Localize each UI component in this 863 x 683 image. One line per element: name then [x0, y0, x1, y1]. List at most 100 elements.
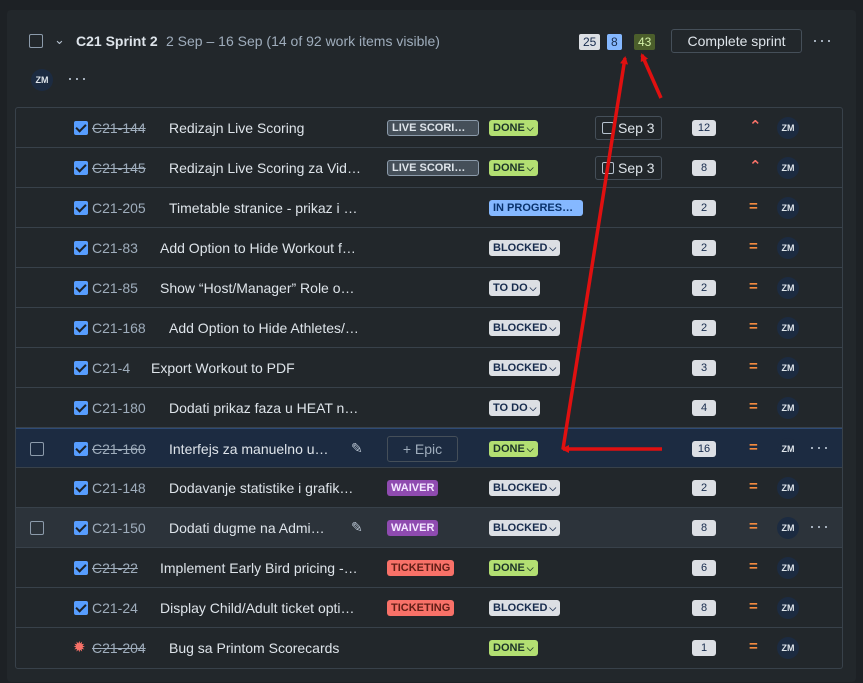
status-dropdown[interactable]: BLOCKED ⌵ — [489, 600, 561, 616]
table-row[interactable]: C21-24 Display Child/Adult ticket opti… TI… — [16, 588, 842, 628]
priority-medium-icon[interactable]: = — [749, 519, 758, 535]
story-points[interactable]: 8 — [692, 520, 716, 536]
assignee-avatar[interactable]: ZM — [777, 117, 799, 139]
issue-summary[interactable]: Interfejs za manuelno u… — [169, 441, 329, 457]
issue-key[interactable]: C21-148 — [92, 480, 146, 496]
story-points[interactable]: 2 — [692, 240, 716, 256]
issue-key[interactable]: C21-4 — [92, 360, 130, 376]
issue-summary[interactable]: Export Workout to PDF — [151, 360, 295, 376]
assignee-avatar[interactable]: ZM — [777, 438, 799, 460]
priority-medium-icon[interactable]: = — [749, 199, 758, 215]
due-date[interactable]: Sep 3 — [595, 156, 662, 180]
status-dropdown[interactable]: TO DO ⌵ — [489, 400, 541, 416]
priority-high-icon[interactable]: ⌃ — [749, 159, 762, 175]
issue-key[interactable]: C21-144 — [92, 120, 146, 136]
priority-medium-icon[interactable]: = — [749, 559, 758, 575]
status-dropdown[interactable]: DONE ⌵ — [489, 441, 538, 457]
table-row[interactable]: C21-160 Interfejs za manuelno u… ✎ + Epic DO… — [16, 428, 842, 468]
more-actions-icon[interactable]: ··· — [67, 68, 88, 89]
table-row[interactable]: ✹ C21-204 Bug sa Printom Scorecards DONE ⌵ 1 =… — [16, 628, 842, 668]
priority-medium-icon[interactable]: = — [749, 279, 758, 295]
issue-key[interactable]: C21-160 — [92, 441, 146, 457]
edit-icon[interactable]: ✎ — [351, 519, 363, 536]
status-dropdown[interactable]: BLOCKED ⌵ — [489, 360, 561, 376]
status-dropdown[interactable]: DONE ⌵ — [489, 120, 538, 136]
sprint-select-checkbox[interactable] — [29, 34, 43, 48]
assignee-avatar[interactable]: ZM — [777, 477, 799, 499]
story-points[interactable]: 16 — [692, 441, 716, 457]
issue-summary[interactable]: Dodati prikaz faza u HEAT n… — [169, 400, 358, 416]
status-dropdown[interactable]: DONE ⌵ — [489, 640, 538, 656]
issue-summary[interactable]: Redizajn Live Scoring za Vid… — [169, 160, 361, 176]
assignee-avatar[interactable]: ZM — [777, 157, 799, 179]
assignee-avatar[interactable]: ZM — [777, 317, 799, 339]
assignee-avatar[interactable]: ZM — [777, 517, 799, 539]
issue-key[interactable]: C21-145 — [92, 160, 146, 176]
issue-key[interactable]: C21-83 — [92, 240, 138, 256]
story-points[interactable]: 8 — [692, 600, 716, 616]
issue-key[interactable]: C21-85 — [92, 280, 138, 296]
priority-medium-icon[interactable]: = — [749, 440, 758, 456]
issue-key[interactable]: C21-24 — [92, 600, 138, 616]
status-dropdown[interactable]: DONE ⌵ — [489, 160, 538, 176]
story-points[interactable]: 3 — [692, 360, 716, 376]
chevron-down-icon[interactable]: ⌄ — [54, 32, 65, 48]
add-epic-button[interactable]: + Epic — [387, 436, 458, 462]
issue-key[interactable]: C21-150 — [92, 520, 146, 536]
status-dropdown[interactable]: BLOCKED ⌵ — [489, 520, 561, 536]
edit-icon[interactable]: ✎ — [351, 440, 363, 457]
issue-summary[interactable]: Timetable stranice - prikaz i … — [169, 200, 358, 216]
row-select-checkbox[interactable] — [30, 521, 44, 535]
assignee-avatar[interactable]: ZM — [777, 277, 799, 299]
issue-summary[interactable]: Bug sa Printom Scorecards — [169, 640, 339, 656]
status-dropdown[interactable]: DONE ⌵ — [489, 560, 538, 576]
issue-summary[interactable]: Dodati dugme na Admi… — [169, 520, 325, 536]
priority-medium-icon[interactable]: = — [749, 359, 758, 375]
issue-summary[interactable]: Implement Early Bird pricing -… — [160, 560, 358, 576]
priority-medium-icon[interactable]: = — [749, 479, 758, 495]
story-points[interactable]: 2 — [692, 480, 716, 496]
story-points[interactable]: 2 — [692, 320, 716, 336]
table-row[interactable]: C21-168 Add Option to Hide Athletes/… BLOC… — [16, 308, 842, 348]
assignee-avatar[interactable]: ZM — [777, 397, 799, 419]
table-row[interactable]: C21-83 Add Option to Hide Workout f… BLOCK… — [16, 228, 842, 268]
avatar[interactable]: ZM — [31, 69, 53, 91]
table-row[interactable]: C21-144 Redizajn Live Scoring LIVE SCORI… D… — [16, 108, 842, 148]
status-dropdown[interactable]: BLOCKED ⌵ — [489, 320, 561, 336]
issue-key[interactable]: C21-180 — [92, 400, 146, 416]
issue-key[interactable]: C21-22 — [92, 560, 138, 576]
story-points[interactable]: 8 — [692, 160, 716, 176]
issue-key[interactable]: C21-168 — [92, 320, 146, 336]
assignee-avatar[interactable]: ZM — [777, 237, 799, 259]
status-dropdown[interactable]: IN PROGRES… — [489, 200, 583, 216]
story-points[interactable]: 2 — [692, 200, 716, 216]
complete-sprint-button[interactable]: Complete sprint — [671, 29, 802, 53]
story-points[interactable]: 4 — [692, 400, 716, 416]
more-actions-icon[interactable]: ··· — [812, 30, 833, 51]
label-badge[interactable]: TICKETING — [387, 600, 455, 616]
label-badge[interactable]: WAIVER — [387, 520, 439, 536]
issue-summary[interactable]: Show “Host/Manager” Role o… — [160, 280, 355, 296]
priority-medium-icon[interactable]: = — [749, 319, 758, 335]
label-badge[interactable]: TICKETING — [387, 560, 455, 576]
story-points[interactable]: 12 — [692, 120, 716, 136]
status-dropdown[interactable]: BLOCKED ⌵ — [489, 480, 561, 496]
issue-summary[interactable]: Add Option to Hide Workout f… — [160, 240, 356, 256]
assignee-avatar[interactable]: ZM — [777, 197, 799, 219]
status-dropdown[interactable]: TO DO ⌵ — [489, 280, 541, 296]
row-select-checkbox[interactable] — [30, 442, 44, 456]
priority-medium-icon[interactable]: = — [749, 599, 758, 615]
table-row[interactable]: C21-145 Redizajn Live Scoring za Vid… LIVE… — [16, 148, 842, 188]
assignee-avatar[interactable]: ZM — [777, 357, 799, 379]
issue-summary[interactable]: Add Option to Hide Athletes/… — [169, 320, 359, 336]
status-dropdown[interactable]: BLOCKED ⌵ — [489, 240, 561, 256]
more-actions-icon[interactable]: ··· — [809, 517, 830, 535]
label-badge[interactable]: LIVE SCORI… — [387, 120, 479, 136]
assignee-avatar[interactable]: ZM — [777, 597, 799, 619]
label-badge[interactable]: LIVE SCORI… — [387, 160, 479, 176]
issue-key[interactable]: C21-205 — [92, 200, 146, 216]
table-row[interactable]: C21-180 Dodati prikaz faza u HEAT n… TO DO… — [16, 388, 842, 428]
priority-medium-icon[interactable]: = — [749, 239, 758, 255]
priority-medium-icon[interactable]: = — [749, 399, 758, 415]
table-row[interactable]: C21-205 Timetable stranice - prikaz i … IN… — [16, 188, 842, 228]
